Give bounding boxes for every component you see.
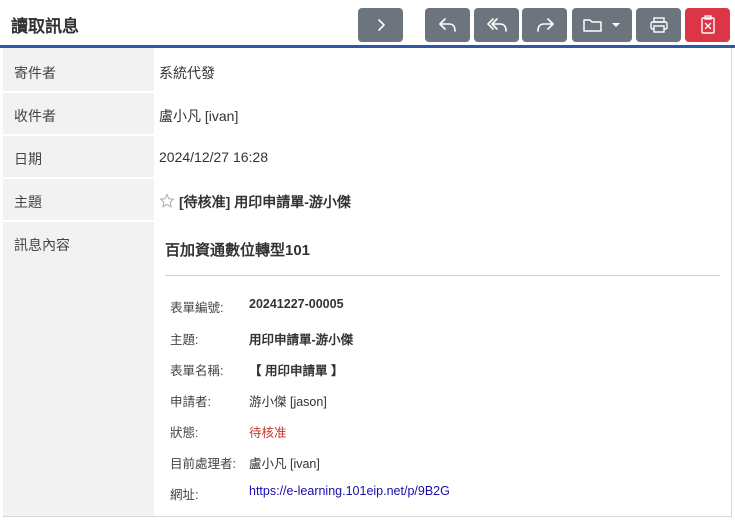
printer-icon — [649, 17, 668, 33]
date-value: 2024/12/27 16:28 — [159, 149, 268, 165]
field-subject-value: 用印申請單-游小傑 — [249, 333, 354, 347]
sender-value: 系統代發 — [159, 65, 215, 81]
header-bar: 讀取訊息 — [0, 0, 735, 46]
forward-button[interactable] — [522, 8, 567, 42]
reply-all-icon — [486, 18, 507, 32]
form-name-label: 表單名稱: — [170, 364, 224, 378]
star-icon[interactable] — [159, 192, 175, 212]
handler-label: 目前處理者: — [170, 457, 236, 471]
move-folder-button[interactable] — [572, 8, 632, 42]
delete-icon — [700, 15, 715, 34]
field-subject-label: 主題: — [170, 333, 199, 347]
forward-icon — [536, 18, 554, 32]
reply-button[interactable] — [425, 8, 470, 42]
print-button[interactable] — [636, 8, 681, 42]
reply-icon — [438, 18, 456, 32]
subject-label: 主題 — [14, 194, 42, 210]
message-divider — [165, 275, 720, 276]
row-divider — [3, 134, 154, 136]
form-no-label: 表單編號: — [170, 301, 224, 315]
panel-bottom-border — [3, 516, 732, 517]
content-label: 訊息內容 — [14, 237, 70, 253]
row-divider — [3, 91, 154, 93]
recipient-label: 收件者 — [14, 108, 56, 124]
subject-value: [待核准] 用印申請單-游小傑 — [179, 194, 351, 210]
form-no-value: 20241227-00005 — [249, 297, 344, 311]
form-name-value: 【 用印申請單 】 — [249, 364, 344, 378]
next-button[interactable] — [358, 8, 403, 42]
row-divider — [3, 220, 154, 222]
chevron-right-icon — [377, 19, 385, 31]
message-title: 百加資通數位轉型101 — [165, 242, 311, 259]
url-link[interactable]: https://e-learning.101eip.net/p/9B2G — [249, 484, 450, 498]
applicant-value: 游小傑 [jason] — [249, 395, 327, 409]
applicant-label: 申請者: — [170, 395, 211, 409]
date-label: 日期 — [14, 151, 42, 167]
folder-icon — [583, 19, 602, 32]
delete-button[interactable] — [685, 8, 730, 42]
row-divider — [3, 177, 154, 179]
page-title: 讀取訊息 — [11, 17, 79, 36]
sender-label: 寄件者 — [14, 65, 56, 81]
reply-all-button[interactable] — [474, 8, 519, 42]
status-value: 待核准 — [249, 426, 287, 440]
url-label: 網址: — [170, 488, 199, 502]
caret-down-icon — [612, 23, 620, 27]
recipient-value: 盧小凡 [ivan] — [159, 108, 239, 124]
subject-row: [待核准] 用印申請單-游小傑 — [159, 192, 351, 212]
handler-value: 盧小凡 [ivan] — [249, 457, 320, 471]
status-label: 狀態: — [170, 426, 199, 440]
